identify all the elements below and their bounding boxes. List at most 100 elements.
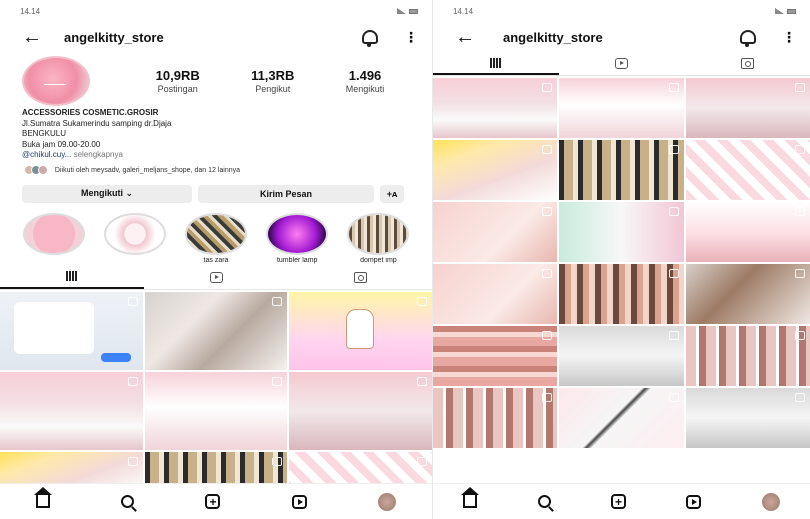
post-thumbnail[interactable]	[685, 264, 810, 324]
post-thumbnail[interactable]	[433, 388, 558, 448]
post-thumbnail[interactable]	[685, 388, 810, 448]
profile-nav-avatar[interactable]	[378, 492, 397, 511]
post-thumbnail[interactable]	[559, 388, 684, 448]
stat-value: 10,9RB	[155, 68, 200, 83]
post-thumbnail[interactable]	[559, 264, 684, 324]
tab-reels[interactable]	[559, 52, 685, 75]
bio-line: BENGKULU	[22, 129, 67, 138]
highlight-item-tas-zara[interactable]: tas zara	[184, 212, 247, 266]
post-thumbnail[interactable]	[433, 202, 558, 262]
suggest-people-button[interactable]: +ᴀ	[380, 184, 404, 203]
tab-posts-grid[interactable]	[433, 52, 559, 75]
followed-by-row[interactable]: Diikuti oleh meysadv, galeri_meljans_sho…	[0, 161, 432, 181]
search-icon[interactable]	[121, 495, 135, 508]
home-icon[interactable]	[461, 487, 480, 508]
post-thumbnail[interactable]	[433, 140, 558, 200]
story-highlights: tas zara tumbler lamp dompet imp	[0, 207, 432, 266]
reels-nav-icon[interactable]	[686, 494, 702, 509]
profile-tabs	[433, 52, 810, 76]
stat-followers[interactable]: 11,3RB Pengikut	[251, 68, 294, 94]
stat-value: 11,3RB	[251, 68, 295, 83]
highlight-cover	[22, 212, 85, 255]
top-bar: ← angelkitty_store ⋮	[0, 22, 432, 52]
highlight-label	[103, 257, 166, 266]
username-title: angelkitty_store	[64, 29, 164, 45]
message-button[interactable]: Kirim Pesan	[198, 184, 374, 203]
highlight-item-dompet-imp[interactable]: dompet imp	[347, 212, 410, 266]
bio-more-link[interactable]: selengkapnya	[74, 150, 123, 159]
status-icons	[397, 8, 418, 14]
post-thumbnail[interactable]	[289, 371, 432, 450]
post-thumbnail[interactable]	[289, 291, 432, 370]
back-arrow-icon[interactable]: ←	[455, 27, 503, 47]
reels-icon	[615, 58, 628, 69]
profile-nav-avatar[interactable]	[761, 492, 780, 511]
status-time: 14.14	[20, 6, 41, 16]
notification-bell-icon[interactable]	[362, 30, 378, 47]
grid-icon	[489, 57, 502, 68]
post-thumbnail[interactable]	[433, 326, 558, 386]
post-thumbnail[interactable]	[559, 202, 684, 262]
notification-bell-icon[interactable]	[740, 30, 756, 47]
battery-icon	[409, 8, 418, 14]
profile-bio: ACCESSORIES COSMETIC.GROSIR Jl.Sumatra S…	[0, 108, 432, 161]
post-thumbnail[interactable]	[433, 78, 558, 138]
post-thumbnail[interactable]	[0, 371, 143, 450]
status-bar: 14.14	[0, 0, 432, 22]
bottom-navigation: +	[433, 483, 810, 519]
profile-actions: Mengikuti ⌄ Kirim Pesan +ᴀ	[0, 181, 432, 207]
highlight-cover	[266, 212, 329, 255]
highlight-item[interactable]	[22, 212, 85, 266]
tab-tagged[interactable]	[684, 52, 810, 75]
highlight-cover	[103, 212, 166, 255]
tagged-icon	[740, 58, 754, 69]
home-icon[interactable]	[33, 487, 52, 508]
following-button[interactable]: Mengikuti ⌄	[22, 184, 192, 203]
back-arrow-icon[interactable]: ←	[22, 27, 64, 47]
post-thumbnail[interactable]	[144, 291, 288, 370]
more-options-icon[interactable]: ⋮	[782, 30, 796, 44]
followed-by-text: Diikuti oleh meysadv, galeri_meljans_sho…	[54, 167, 240, 174]
status-time: 14.14	[453, 6, 474, 16]
post-thumbnail[interactable]	[685, 202, 810, 262]
tagged-icon	[353, 271, 367, 283]
profile-tabs	[0, 266, 432, 290]
highlight-item[interactable]	[103, 212, 166, 266]
stat-label: Mengikuti	[345, 84, 385, 94]
post-thumbnail[interactable]	[559, 140, 684, 200]
status-icons	[775, 8, 796, 14]
chef-illustration	[346, 308, 375, 349]
more-options-icon[interactable]: ⋮	[404, 30, 418, 44]
signal-icon	[775, 8, 784, 14]
grid-icon	[66, 271, 78, 281]
tab-reels[interactable]	[144, 266, 288, 289]
add-post-icon[interactable]: +	[205, 494, 221, 509]
signal-icon	[397, 8, 406, 14]
bottom-navigation: +	[0, 483, 432, 519]
add-post-icon[interactable]: +	[610, 494, 626, 509]
stat-posts[interactable]: 10,9RB Postingan	[156, 68, 200, 94]
post-thumbnail[interactable]	[559, 326, 684, 386]
search-icon[interactable]	[537, 495, 551, 508]
post-thumbnail[interactable]	[685, 326, 810, 386]
profile-grid-screen: 14.14 ← angelkitty_store ⋮ +	[432, 0, 810, 519]
top-bar: ← angelkitty_store ⋮	[433, 22, 810, 52]
bio-line: Jl.Sumatra Sukamerindu samping dr.Djaja	[22, 118, 172, 128]
tab-tagged[interactable]	[288, 266, 432, 289]
bio-link-row: @chikul.cuy... selengkapnya	[22, 150, 410, 161]
profile-stats: 10,9RB Postingan 11,3RB Pengikut 1.496 M…	[130, 68, 410, 94]
post-thumbnail[interactable]	[144, 371, 288, 450]
post-thumbnail[interactable]	[0, 291, 143, 370]
post-thumbnail[interactable]	[685, 78, 810, 138]
reels-nav-icon[interactable]	[291, 494, 307, 509]
bio-line: Buka jam 09.00-20.00	[22, 139, 101, 149]
bio-mention-link[interactable]: @chikul.cuy...	[22, 150, 71, 159]
stat-following[interactable]: 1.496 Mengikuti	[346, 68, 385, 94]
post-thumbnail[interactable]	[685, 140, 810, 200]
reels-icon	[209, 271, 223, 283]
profile-avatar[interactable]	[22, 56, 90, 106]
highlight-item-tumbler-lamp[interactable]: tumbler lamp	[266, 212, 329, 266]
tab-posts-grid[interactable]	[0, 266, 144, 289]
post-thumbnail[interactable]	[559, 78, 684, 138]
post-thumbnail[interactable]	[433, 264, 558, 324]
